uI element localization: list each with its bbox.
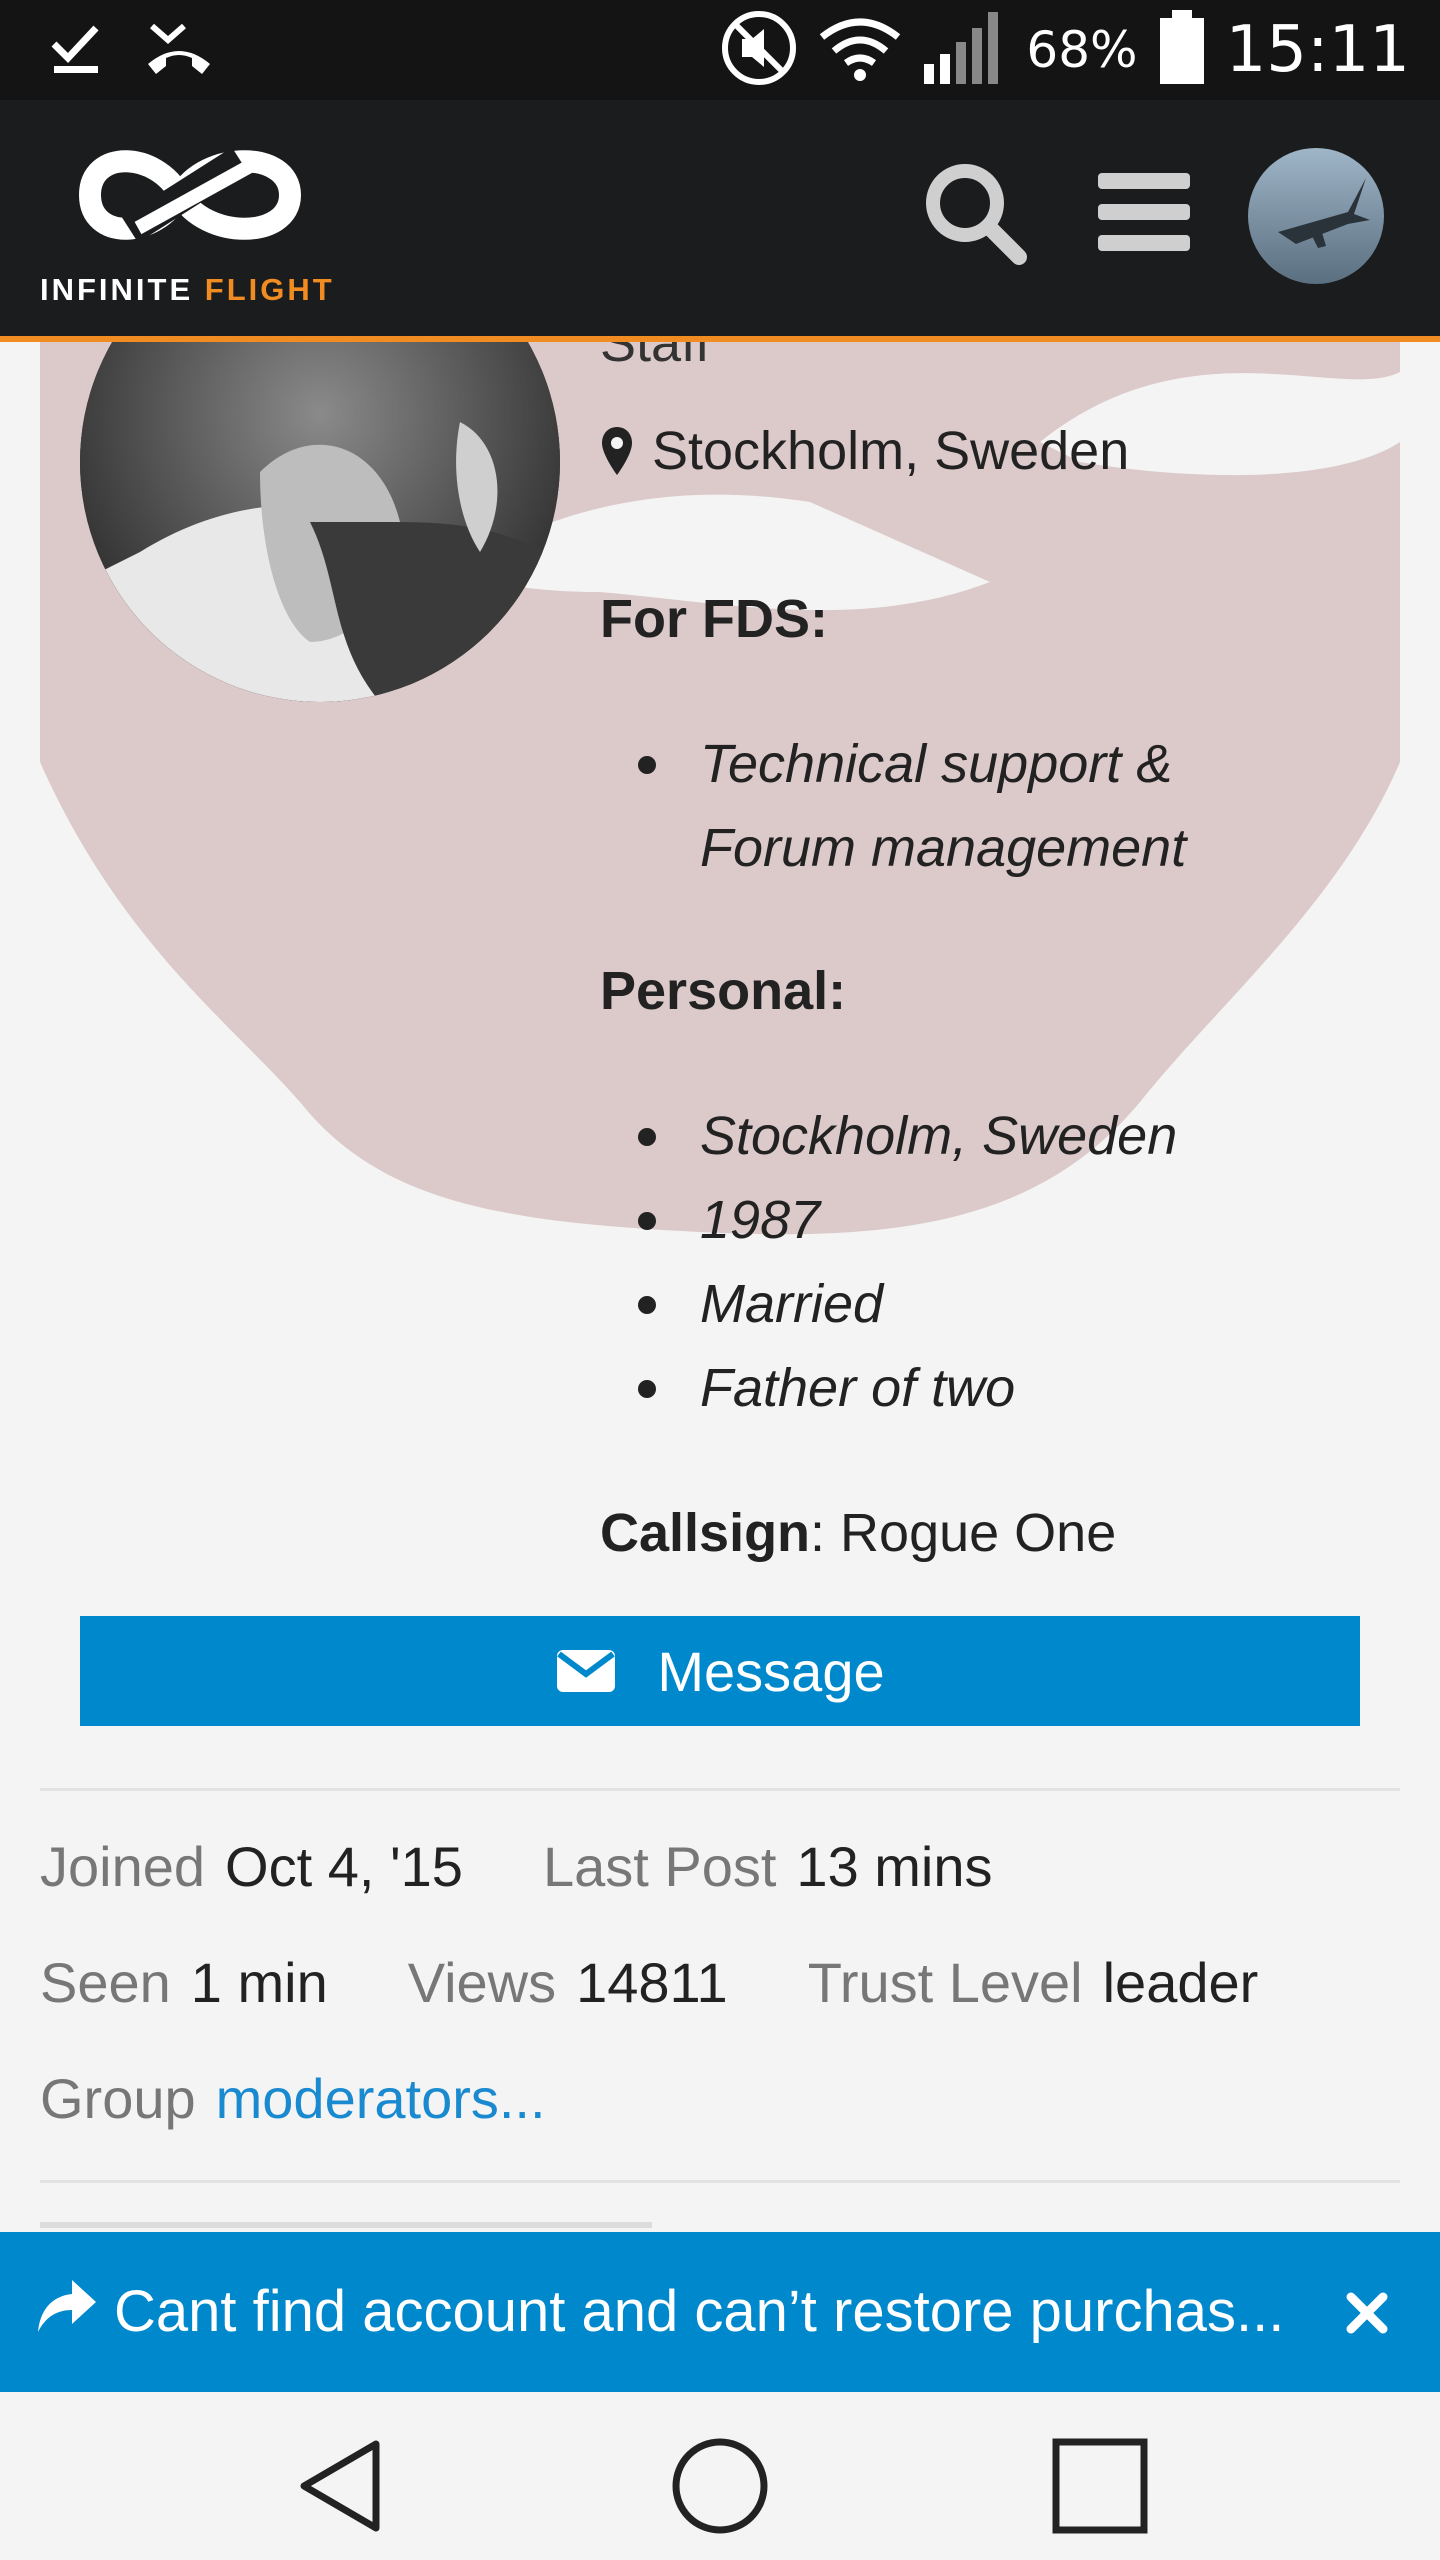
fds-list: Technical support & Forum management bbox=[600, 722, 1360, 890]
stats-row: Joined Oct 4, '15 Last Post 13 mins bbox=[40, 1834, 1073, 1899]
system-nav-bar bbox=[0, 2392, 1440, 2560]
stat-trust-level: Trust Level leader bbox=[807, 1951, 1259, 2014]
home-icon bbox=[672, 2438, 768, 2534]
share-reply-icon bbox=[36, 2276, 98, 2343]
logo-text: INFINITE FLIGHT bbox=[40, 272, 335, 307]
list-item: Stockholm, Sweden bbox=[600, 1094, 1360, 1178]
stat-joined: Joined Oct 4, '15 bbox=[40, 1835, 463, 1898]
list-item: Father of two bbox=[600, 1346, 1360, 1430]
recents-icon bbox=[1052, 2438, 1148, 2534]
back-button[interactable] bbox=[280, 2426, 400, 2546]
stat-seen: Seen 1 min bbox=[40, 1951, 328, 2014]
home-button[interactable] bbox=[660, 2426, 780, 2546]
status-notifications bbox=[48, 18, 214, 82]
tab-indicator bbox=[40, 2222, 652, 2228]
section-heading-personal: Personal: bbox=[600, 961, 847, 1021]
avatar bbox=[1248, 148, 1384, 284]
user-title: Staff bbox=[600, 342, 711, 373]
infinity-logo-icon bbox=[78, 147, 302, 243]
app-header: INFINITE FLIGHT bbox=[0, 100, 1440, 342]
profile-card: Staff Stockholm, Sweden For FDS: Technic… bbox=[40, 342, 1400, 1792]
stat-group: Group moderators... bbox=[40, 2066, 546, 2131]
section-heading-fds: For FDS: bbox=[600, 589, 828, 649]
close-icon bbox=[1346, 2292, 1388, 2334]
stat-last-post: Last Post 13 mins bbox=[542, 1835, 993, 1898]
list-item: Technical support & bbox=[600, 722, 1360, 806]
divider bbox=[40, 1788, 1400, 1791]
status-indicators: 68% 15:11 bbox=[720, 9, 1410, 92]
battery-icon bbox=[1158, 9, 1206, 91]
envelope-icon bbox=[557, 1650, 616, 1692]
banner-text: Cant find account and can’t restore purc… bbox=[114, 2279, 1285, 2344]
stats-row: Seen 1 min Views 14811 Trust Level leader bbox=[40, 1950, 1338, 2015]
message-button[interactable]: Message bbox=[80, 1616, 1360, 1726]
missed-call-icon bbox=[144, 20, 214, 81]
stat-views: Views 14811 bbox=[407, 1951, 728, 2014]
back-icon bbox=[300, 2440, 380, 2532]
menu-button[interactable] bbox=[1084, 152, 1204, 272]
location-text: Stockholm, Sweden bbox=[652, 421, 1130, 481]
signal-icon bbox=[922, 10, 1006, 91]
infinite-flight-logo[interactable]: INFINITE FLIGHT bbox=[40, 130, 340, 310]
map-marker-icon bbox=[602, 427, 632, 475]
stats-row: Group moderators... bbox=[40, 2066, 626, 2131]
topic-banner[interactable]: Cant find account and can’t restore purc… bbox=[0, 2232, 1440, 2392]
user-avatar-button[interactable] bbox=[1248, 148, 1384, 284]
clock: 15:11 bbox=[1225, 13, 1410, 87]
download-done-icon bbox=[48, 20, 104, 81]
status-bar: 68% 15:11 bbox=[0, 0, 1440, 100]
close-banner-button[interactable] bbox=[1332, 2278, 1402, 2348]
battery-percent: 68% bbox=[1026, 21, 1138, 79]
list-item: 1987 bbox=[600, 1178, 1360, 1262]
wifi-icon bbox=[818, 13, 902, 88]
hamburger-menu-icon bbox=[1098, 173, 1190, 251]
group-link[interactable]: moderators... bbox=[216, 2066, 546, 2131]
mute-icon bbox=[720, 9, 798, 92]
divider bbox=[40, 2180, 1400, 2183]
location: Stockholm, Sweden bbox=[600, 420, 1129, 482]
recents-button[interactable] bbox=[1040, 2426, 1160, 2546]
list-item: Married bbox=[600, 1262, 1360, 1346]
search-button[interactable] bbox=[914, 152, 1034, 272]
callsign: Callsign: Rogue One bbox=[600, 1503, 1117, 1563]
list-item: Forum management bbox=[700, 818, 1187, 878]
message-button-label: Message bbox=[657, 1639, 885, 1703]
personal-list: Stockholm, Sweden 1987 Married Father of… bbox=[600, 1094, 1360, 1430]
search-icon bbox=[926, 164, 1027, 265]
